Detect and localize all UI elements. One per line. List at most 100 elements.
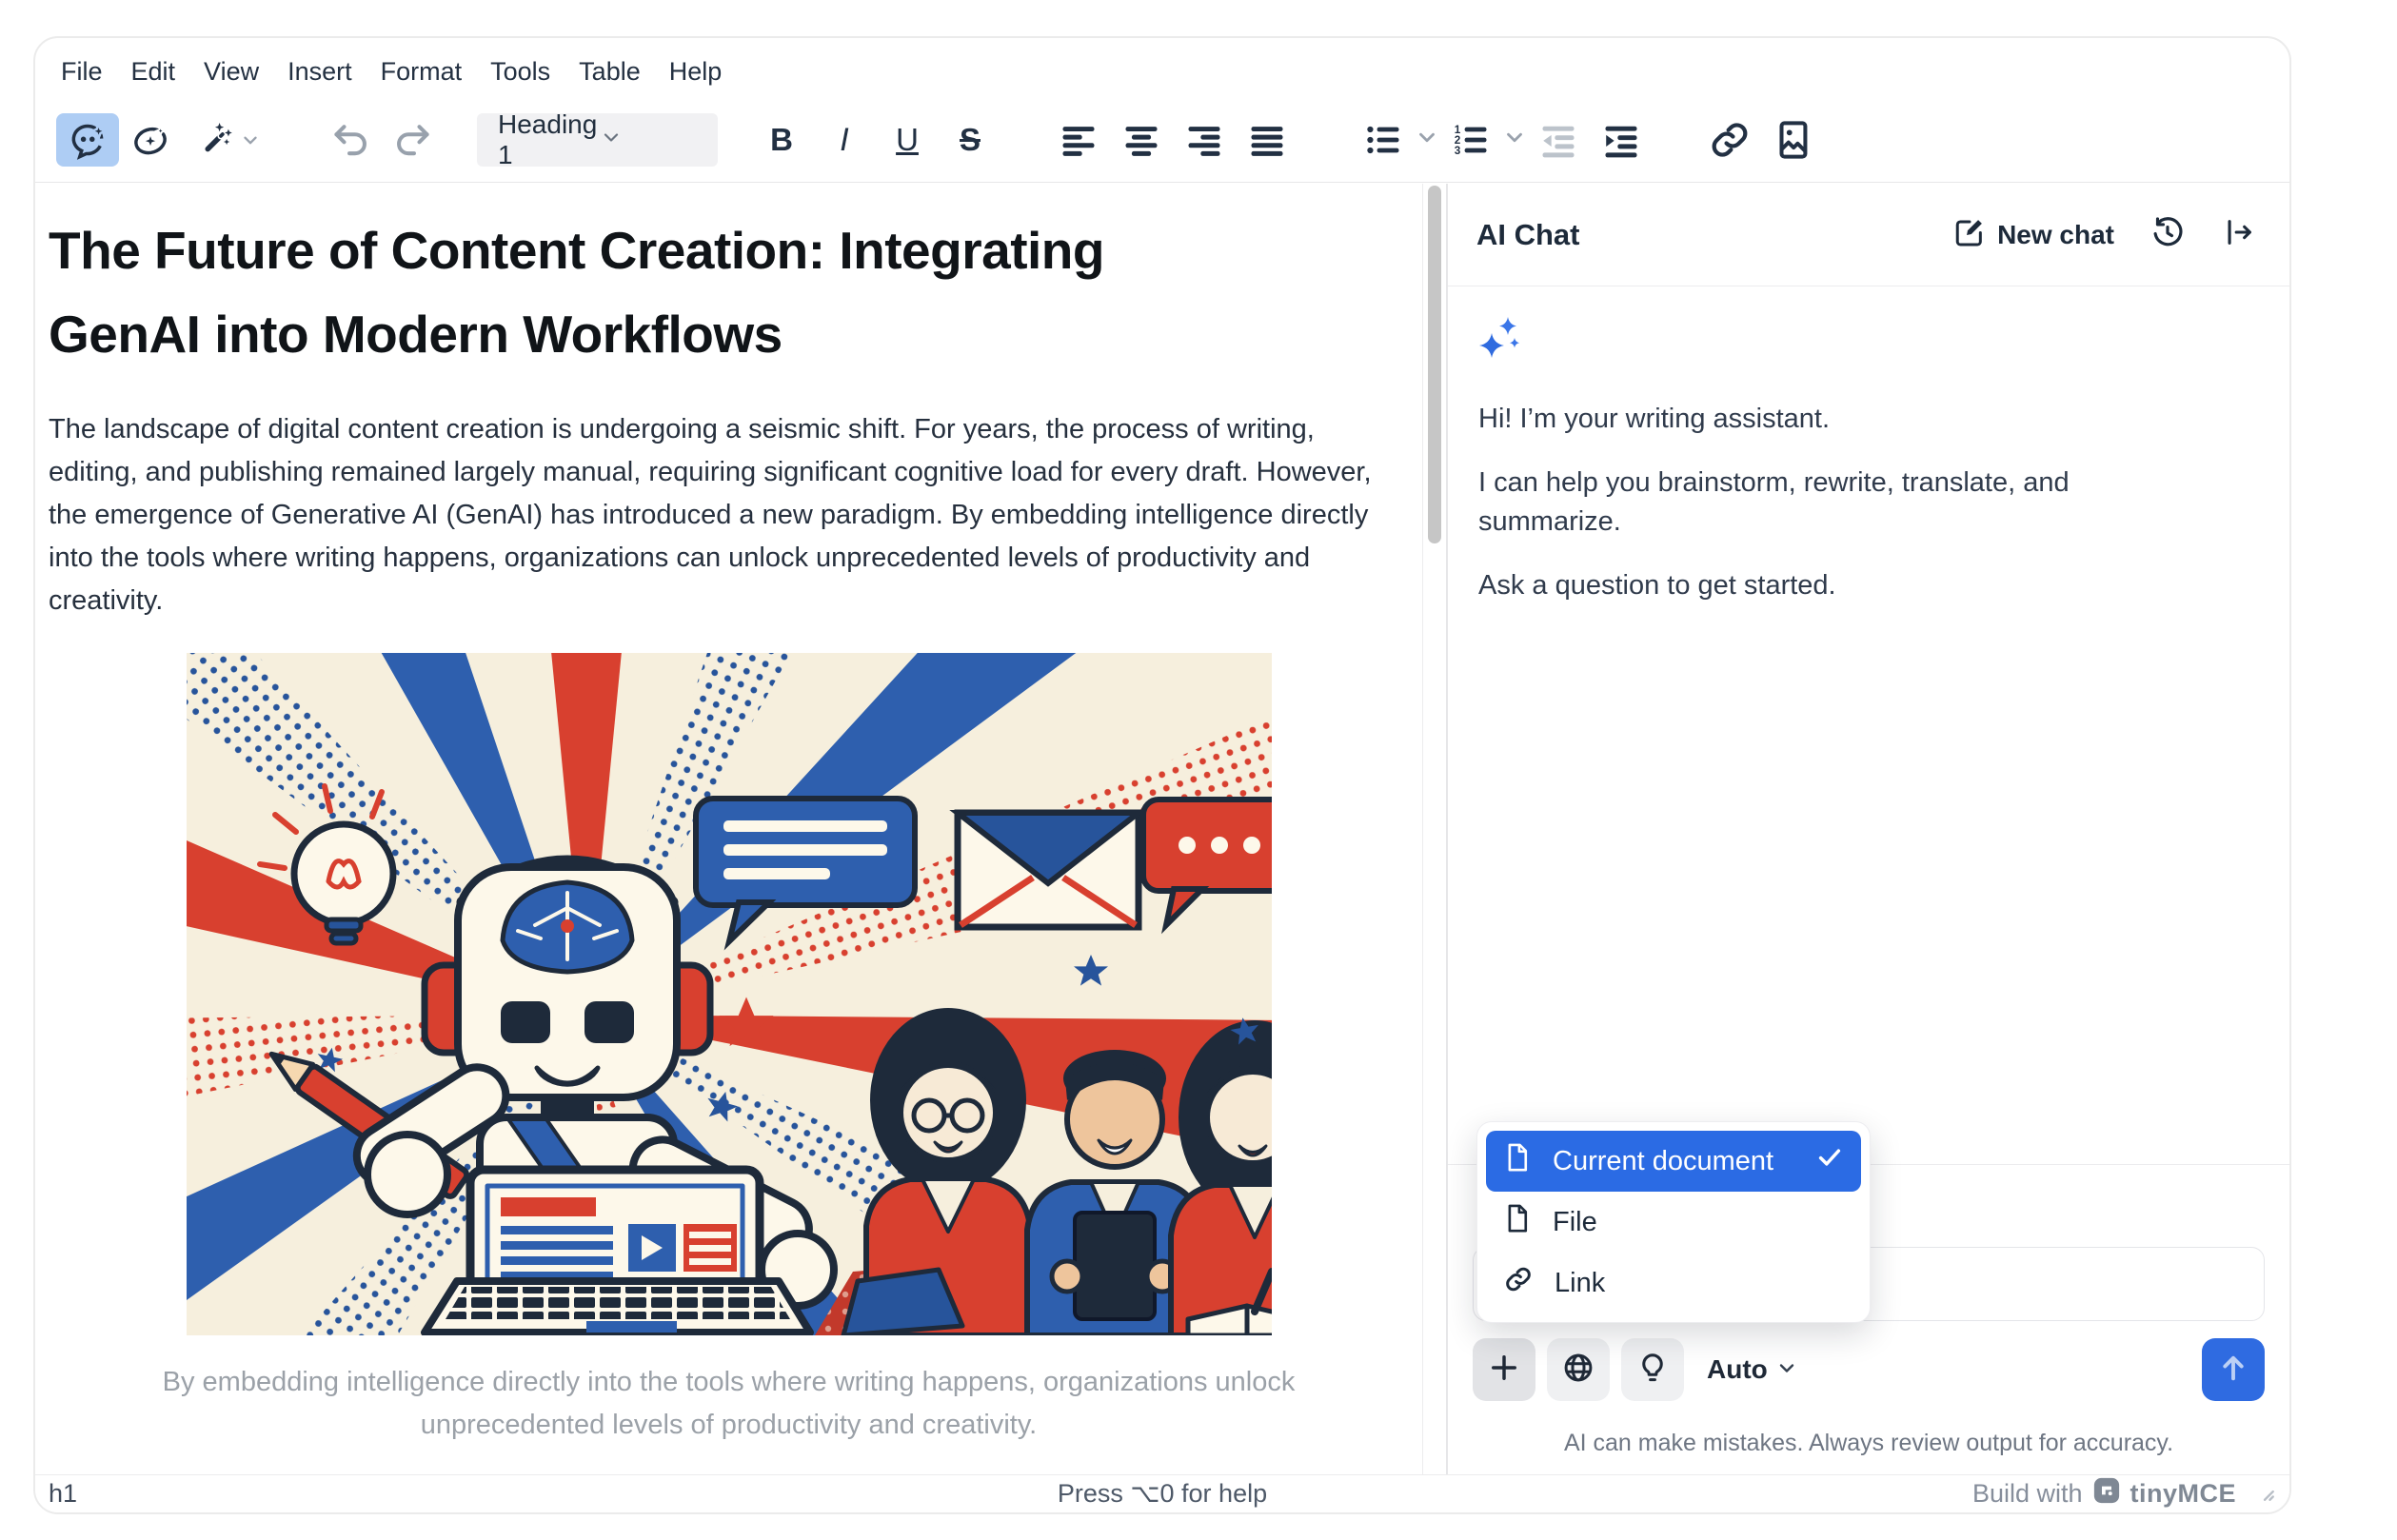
image-caption: By embedding intelligence directly into … (110, 1361, 1348, 1447)
menu-item-current-document[interactable]: Current document (1486, 1131, 1861, 1192)
editor-canvas[interactable]: The Future of Content Creation: Integrat… (35, 184, 1422, 1474)
redo-button[interactable] (382, 113, 445, 167)
document-paragraph: The landscape of digital content creatio… (49, 408, 1409, 622)
lightbulb-icon (1635, 1351, 1670, 1390)
chat-message: Ask a question to get started. (1478, 566, 2183, 605)
help-shortcut-text: Press ⌥0 for help (1058, 1479, 1267, 1509)
align-center-icon (1120, 119, 1162, 161)
italic-button[interactable]: I (813, 113, 876, 167)
align-justify-button[interactable] (1236, 113, 1298, 167)
chat-title: AI Chat (1476, 218, 1953, 252)
compose-icon (1953, 216, 1986, 253)
scrollbar-thumb[interactable] (1428, 186, 1441, 543)
align-left-button[interactable] (1047, 113, 1110, 167)
chevron-down-icon (600, 125, 702, 155)
document-image[interactable] (187, 653, 1272, 1340)
resize-handle-icon[interactable] (2251, 1478, 2276, 1510)
align-justify-icon (1246, 119, 1288, 161)
bold-button[interactable]: B (750, 113, 813, 167)
image-icon (1771, 118, 1814, 162)
format-select-value: Heading 1 (498, 109, 600, 170)
bold-icon: B (770, 124, 793, 155)
indent-button[interactable] (1590, 113, 1653, 167)
ai-sparkles-icon (1478, 315, 2259, 367)
menu-item-file[interactable]: File (1486, 1192, 1861, 1253)
chat-header: AI Chat New chat (1448, 184, 2289, 286)
model-select-value: Auto (1707, 1354, 1768, 1385)
link-button[interactable] (1698, 113, 1761, 167)
align-right-icon (1183, 119, 1225, 161)
chevron-down-icon[interactable] (1502, 125, 1527, 154)
plus-icon (1487, 1351, 1521, 1390)
main-area: The Future of Content Creation: Integrat… (35, 184, 2289, 1474)
model-select[interactable]: Auto (1707, 1354, 1798, 1385)
toolbar: Heading 1 B I U S (35, 97, 2289, 183)
chevron-down-icon (1775, 1356, 1798, 1384)
chat-message: Hi! I’m your writing assistant. (1478, 400, 2183, 439)
numbered-list-icon: 123 (1450, 119, 1492, 161)
menu-insert[interactable]: Insert (273, 51, 366, 92)
redo-icon (391, 118, 435, 162)
suggestions-button[interactable] (1621, 1338, 1684, 1401)
strikethrough-button[interactable]: S (939, 113, 1001, 167)
document-icon (1503, 1141, 1532, 1181)
new-chat-label: New chat (1997, 220, 2114, 250)
ai-shortcuts-button[interactable] (182, 113, 273, 167)
globe-icon (1561, 1351, 1595, 1390)
document-heading: The Future of Content Creation: Integrat… (49, 208, 1409, 376)
menu-item-label: Current document (1553, 1146, 1773, 1177)
document-icon (1503, 1202, 1532, 1242)
align-center-button[interactable] (1110, 113, 1173, 167)
ai-command-icon (129, 119, 171, 161)
send-arrow-icon (2216, 1351, 2250, 1390)
menu-table[interactable]: Table (565, 51, 655, 92)
bullet-list-button[interactable] (1352, 113, 1415, 167)
editor-window: File Edit View Insert Format Tools Table… (33, 36, 2291, 1514)
ai-command-button[interactable] (119, 113, 182, 167)
collapse-panel-button[interactable] (2223, 216, 2255, 253)
element-path[interactable]: h1 (49, 1479, 1058, 1509)
bullet-list-icon (1362, 119, 1404, 161)
underline-button[interactable]: U (876, 113, 939, 167)
numbered-list-button[interactable]: 123 (1439, 113, 1502, 167)
undo-icon (328, 118, 372, 162)
format-select[interactable]: Heading 1 (477, 113, 718, 167)
align-right-button[interactable] (1173, 113, 1236, 167)
menu-view[interactable]: View (189, 51, 273, 92)
status-bar: h1 Press ⌥0 for help Build with tinyMCE (35, 1474, 2289, 1512)
chevron-down-icon[interactable] (1415, 125, 1439, 154)
menu-edit[interactable]: Edit (117, 51, 190, 92)
popart-illustration (187, 653, 1272, 1335)
chat-history-button[interactable] (2150, 215, 2185, 254)
menu-file[interactable]: File (47, 51, 117, 92)
new-chat-button[interactable]: New chat (1953, 216, 2114, 253)
chevron-down-icon (240, 129, 261, 150)
outdent-button[interactable] (1527, 113, 1590, 167)
tinymce-logo-icon (2092, 1476, 2121, 1511)
send-button[interactable] (2202, 1338, 2265, 1401)
menu-help[interactable]: Help (655, 51, 737, 92)
menu-format[interactable]: Format (366, 51, 477, 92)
collapse-right-icon (2223, 216, 2255, 253)
undo-button[interactable] (319, 113, 382, 167)
italic-icon: I (840, 124, 848, 156)
chat-input-toolbar: Auto (1473, 1338, 2265, 1401)
ai-chat-icon (67, 119, 109, 161)
indent-icon (1600, 119, 1642, 161)
link-icon (1503, 1264, 1534, 1302)
outdent-icon (1537, 119, 1579, 161)
branding-name[interactable]: tinyMCE (2130, 1479, 2237, 1509)
link-icon (1708, 118, 1752, 162)
underline-icon: U (896, 124, 919, 155)
add-context-button[interactable] (1473, 1338, 1535, 1401)
web-search-button[interactable] (1547, 1338, 1610, 1401)
svg-text:3: 3 (1455, 145, 1461, 157)
menu-item-link[interactable]: Link (1486, 1253, 1861, 1313)
align-left-icon (1058, 119, 1099, 161)
ai-chat-button[interactable] (56, 113, 119, 167)
editor-scrollbar[interactable] (1422, 184, 1446, 1474)
menu-tools[interactable]: Tools (476, 51, 565, 92)
image-button[interactable] (1761, 113, 1824, 167)
chat-messages: Hi! I’m your writing assistant. I can he… (1448, 286, 2289, 1164)
strikethrough-icon: S (960, 124, 981, 155)
